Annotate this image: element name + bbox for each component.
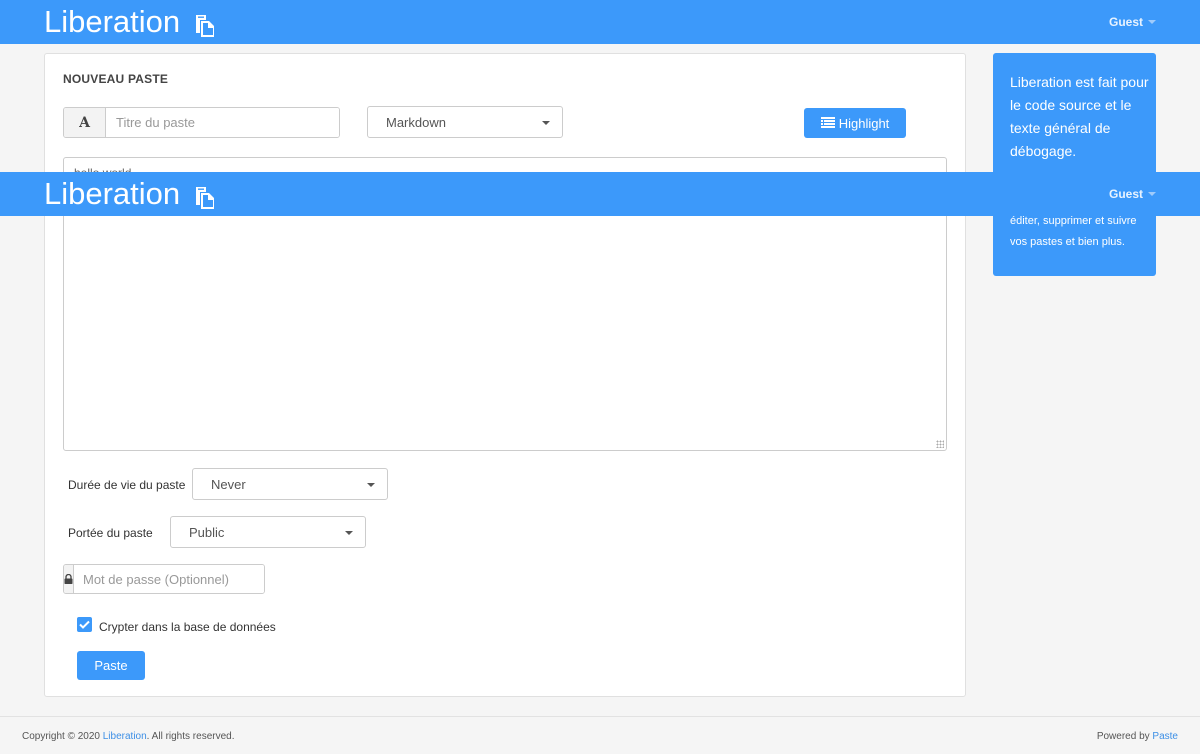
footer: Copyright © 2020 Liberation. All rights … bbox=[0, 716, 1200, 754]
brand-name: Liberation bbox=[44, 176, 181, 211]
powered-link[interactable]: Paste bbox=[1152, 731, 1178, 742]
highlight-button[interactable]: Highlight bbox=[804, 108, 906, 138]
chevron-down-icon bbox=[367, 483, 375, 487]
visibility-label: Portée du paste bbox=[68, 526, 153, 540]
font-icon: A bbox=[64, 108, 106, 137]
user-menu-label: Guest bbox=[1108, 15, 1143, 29]
visibility-select[interactable]: Public bbox=[170, 516, 366, 548]
paste-submit-label: Paste bbox=[94, 658, 128, 673]
info-card-text: Liberation est fait pour le code source … bbox=[1010, 74, 1149, 159]
title-input[interactable] bbox=[106, 108, 339, 137]
paste-icon bbox=[193, 182, 217, 209]
brand-logo[interactable]: Liberation bbox=[44, 4, 217, 40]
paste-icon bbox=[193, 10, 217, 37]
highlight-button-label: Highlight bbox=[838, 115, 890, 131]
expiration-select-value: Never bbox=[211, 476, 246, 492]
lock-icon bbox=[64, 565, 74, 593]
powered-prefix: Powered by bbox=[1096, 731, 1153, 742]
expiration-label: Durée de vie du paste bbox=[68, 478, 186, 492]
syntax-select[interactable]: Markdown bbox=[367, 106, 563, 138]
password-input[interactable] bbox=[74, 565, 264, 593]
list-icon bbox=[820, 116, 835, 131]
copyright-suffix: . All rights reserved. bbox=[146, 731, 235, 742]
brand-logo[interactable]: Liberation bbox=[44, 176, 217, 212]
chevron-down-icon bbox=[1148, 20, 1156, 24]
new-paste-panel: NOUVEAU PASTE A Markdown Highlight hello… bbox=[44, 53, 966, 697]
chevron-down-icon bbox=[1148, 192, 1156, 196]
resize-handle[interactable] bbox=[936, 440, 944, 448]
info-card-subtext: éditer, supprimer et suivre vos pastes e… bbox=[1010, 215, 1137, 248]
chevron-down-icon bbox=[542, 121, 550, 125]
powered-by: Powered by Paste bbox=[1097, 731, 1178, 742]
user-menu[interactable]: Guest bbox=[1109, 15, 1156, 29]
chevron-down-icon bbox=[345, 531, 353, 535]
password-input-group bbox=[63, 564, 265, 594]
paste-submit-button[interactable]: Paste bbox=[77, 651, 145, 680]
brand-name: Liberation bbox=[44, 4, 181, 39]
user-menu-label: Guest bbox=[1108, 187, 1143, 201]
copyright-link[interactable]: Liberation bbox=[103, 731, 147, 742]
panel-title: NOUVEAU PASTE bbox=[63, 72, 169, 86]
user-menu[interactable]: Guest bbox=[1109, 187, 1156, 201]
visibility-select-value: Public bbox=[189, 524, 225, 540]
expiration-select[interactable]: Never bbox=[192, 468, 388, 500]
navbar: Liberation Guest bbox=[0, 0, 1200, 44]
checkmark-icon bbox=[79, 620, 90, 629]
navbar-duplicate: Liberation Guest bbox=[0, 172, 1200, 216]
copyright-prefix: Copyright © 2020 bbox=[22, 731, 103, 742]
encrypt-checkbox-label[interactable]: Crypter dans la base de données bbox=[99, 620, 276, 634]
info-card: Liberation est fait pour le code source … bbox=[993, 53, 1156, 276]
copyright: Copyright © 2020 Liberation. All rights … bbox=[22, 731, 234, 742]
title-input-group: A bbox=[63, 107, 340, 138]
syntax-select-value: Markdown bbox=[386, 114, 446, 130]
encrypt-checkbox[interactable] bbox=[77, 617, 92, 632]
